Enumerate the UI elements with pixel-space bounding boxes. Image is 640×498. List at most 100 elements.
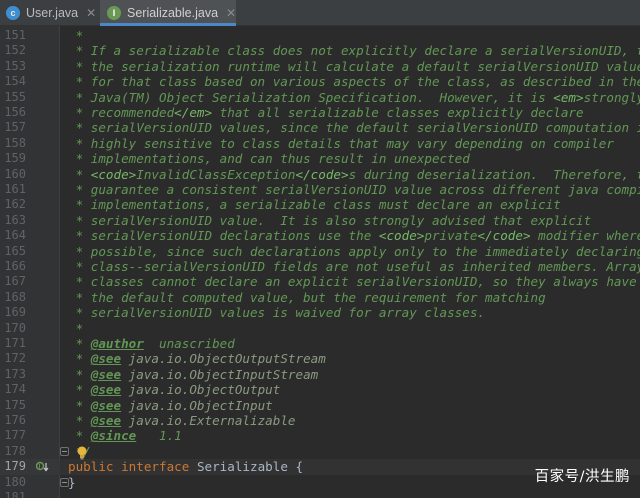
code-line[interactable]: * serialVersionUID values is waived for … xyxy=(62,305,640,320)
comment-text: modifier where xyxy=(530,228,640,244)
code-line[interactable]: * guarantee a consistent serialVersionUI… xyxy=(62,182,640,197)
code-line[interactable]: * @see java.io.ObjectOutputStream xyxy=(62,351,640,366)
javadoc-tag: @since xyxy=(90,428,137,444)
html-tag: <em> xyxy=(553,89,584,105)
tab-label: Serializable.java xyxy=(127,6,219,20)
comment-text: * xyxy=(68,413,91,428)
javadoc-tag: @see xyxy=(90,397,122,413)
code-line[interactable]: * xyxy=(62,28,640,43)
line-number: 161 xyxy=(4,182,26,196)
javadoc-reference: java.io.ObjectOutput xyxy=(121,382,281,398)
tab-label: User.java xyxy=(26,6,79,20)
code-line[interactable]: * serialVersionUID value. It is also str… xyxy=(62,213,640,228)
code-line[interactable]: * classes cannot declare an explicit ser… xyxy=(62,274,640,289)
line-number: 152 xyxy=(4,43,26,58)
line-number: 167 xyxy=(4,274,26,289)
line-number: 164 xyxy=(4,228,26,243)
code-line[interactable]: * serialVersionUID declarations use the … xyxy=(62,228,640,243)
code-line[interactable]: * highly sensitive to class details that… xyxy=(62,136,640,151)
fold-marker-icon[interactable] xyxy=(60,446,69,456)
code-line[interactable]: * @since 1.1 xyxy=(62,428,640,443)
code-line[interactable]: * @see java.io.ObjectOutput xyxy=(62,382,640,397)
lightbulb-icon[interactable] xyxy=(76,445,88,460)
brace-token: } xyxy=(68,474,76,490)
javadoc-reference: java.io.ObjectOutputStream xyxy=(121,351,326,367)
tab-user-java[interactable]: c User.java ✕ xyxy=(0,0,100,26)
javadoc-reference: java.io.ObjectInputStream xyxy=(121,366,319,382)
line-number: 174 xyxy=(4,382,26,397)
javadoc-tag: @author xyxy=(90,336,144,351)
comment-text: that all serializable classes explicitly… xyxy=(212,105,584,120)
code-line[interactable]: * @see java.io.ObjectInputStream xyxy=(62,367,640,382)
comment-text: * xyxy=(68,428,91,444)
code-line[interactable]: * If a serializable class does not expli… xyxy=(62,43,640,58)
code-line[interactable]: * recommended</em> that all serializable… xyxy=(62,105,640,120)
line-number: 170 xyxy=(4,320,26,335)
comment-text: unascribed xyxy=(143,336,235,351)
line-number: 176 xyxy=(4,413,26,427)
line-number: 155 xyxy=(4,89,26,104)
comment-text: * xyxy=(68,366,91,382)
html-tag: </code> xyxy=(477,228,531,244)
tab-serializable-java[interactable]: I Serializable.java ✕ xyxy=(100,0,236,26)
code-line[interactable]: * implementations, a serializable class … xyxy=(62,197,640,212)
javadoc-tag: @see xyxy=(90,382,122,398)
code-line[interactable]: * possible, since such declarations appl… xyxy=(62,244,640,259)
code-line[interactable]: * <code>InvalidClassException</code>s du… xyxy=(62,167,640,182)
line-number: 157 xyxy=(4,120,26,135)
watermark: 百家号/洪生鹏 xyxy=(534,469,630,485)
code-editor[interactable]: * * If a serializable class does not exp… xyxy=(62,26,640,498)
html-tag: </code> xyxy=(295,166,349,182)
code-line[interactable]: * implementations, and can thus result i… xyxy=(62,151,640,166)
comment-text: * xyxy=(68,397,91,413)
comment-text: s during deserialization. Therefore, to xyxy=(348,166,640,182)
close-icon[interactable]: ✕ xyxy=(86,7,96,19)
line-number: 168 xyxy=(4,289,26,304)
comment-text: * xyxy=(68,166,91,182)
html-tag: </em> xyxy=(174,105,213,120)
comment-text: strongly xyxy=(583,89,640,105)
fold-marker-icon[interactable] xyxy=(60,477,69,487)
code-line[interactable]: * class--serialVersionUID fields are not… xyxy=(62,259,640,274)
code-line[interactable]: * the default computed value, but the re… xyxy=(62,290,640,305)
code-line[interactable]: * xyxy=(62,321,640,336)
class-icon: c xyxy=(6,6,20,20)
interface-icon: I xyxy=(107,6,121,20)
code-line[interactable] xyxy=(62,490,640,498)
line-number: 154 xyxy=(4,74,26,89)
javadoc-tag: @see xyxy=(90,366,122,382)
comment-text: * recommended xyxy=(68,105,175,120)
code-line[interactable]: * @see java.io.ObjectInput xyxy=(62,398,640,413)
code-line[interactable]: * @see java.io.Externalizable xyxy=(62,413,640,428)
line-number: 178 xyxy=(4,443,26,458)
comment-text: * Java(TM) Object Serialization Specific… xyxy=(68,89,554,105)
code-line[interactable]: * Java(TM) Object Serialization Specific… xyxy=(62,90,640,105)
implemented-by-icon[interactable]: I xyxy=(35,461,50,475)
line-number: 162 xyxy=(4,197,26,212)
line-number: 180 xyxy=(4,474,26,489)
line-number: 160 xyxy=(4,166,26,181)
comment-text: InvalidClassException xyxy=(136,166,296,182)
close-icon[interactable]: ✕ xyxy=(226,7,236,19)
line-number: 156 xyxy=(4,105,26,119)
code-line[interactable]: * @author unascribed xyxy=(62,336,640,351)
brace-token: { xyxy=(287,459,304,475)
line-number: 179 xyxy=(4,459,26,474)
line-number-gutter[interactable]: 151 152 153 154 155 156 157 158 159 160 161 162 163 1… xyxy=(0,26,60,498)
javadoc-tag: @see xyxy=(90,413,122,428)
comment-text: * serialVersionUID declarations use the xyxy=(68,228,379,244)
code-line[interactable]: */ xyxy=(62,444,640,459)
line-number: 175 xyxy=(4,397,26,412)
code-line[interactable]: * for that class based on various aspect… xyxy=(62,74,640,89)
comment-text: 1.1 xyxy=(136,428,182,444)
line-number: 172 xyxy=(4,351,26,366)
javadoc-reference: java.io.ObjectInput xyxy=(121,397,273,413)
comment-text: private xyxy=(424,228,478,244)
code-line[interactable]: * the serialization runtime will calcula… xyxy=(62,59,640,74)
code-line[interactable]: * serialVersionUID values, since the def… xyxy=(62,120,640,135)
editor-tab-bar: c User.java ✕ I Serializable.java ✕ xyxy=(0,0,640,26)
line-number: 177 xyxy=(4,428,26,443)
line-number: 169 xyxy=(4,305,26,320)
html-tag: <code> xyxy=(378,228,425,244)
type-name-token: Serializable xyxy=(196,459,288,475)
